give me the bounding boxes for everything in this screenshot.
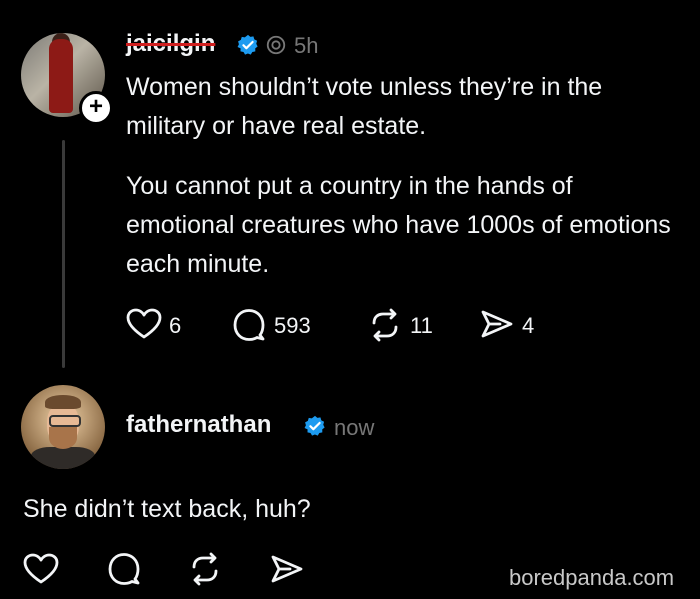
like-count: 6 — [169, 313, 182, 338]
reply-username[interactable]: fathernathan — [126, 411, 271, 439]
comment-icon — [232, 308, 266, 342]
heart-icon — [126, 308, 162, 340]
follow-plus-icon[interactable]: + — [79, 91, 113, 125]
thread-line — [62, 140, 65, 368]
reply-avatar[interactable] — [21, 385, 105, 469]
share-count: 4 — [522, 313, 535, 338]
post-time: 5h — [294, 33, 319, 58]
reply-text: She didn’t text back, huh? — [23, 495, 311, 523]
repost-count: 11 — [410, 313, 433, 338]
reply-count: 593 — [274, 313, 311, 338]
avatar-glasses — [49, 415, 81, 427]
avatar-hair — [45, 395, 81, 409]
avatar-beard — [49, 427, 77, 449]
share-icon — [480, 308, 514, 340]
avatar-shirt — [31, 447, 95, 469]
repost-icon — [368, 308, 402, 342]
heart-icon[interactable] — [23, 553, 59, 585]
watermark: boredpanda.com — [509, 565, 675, 590]
repost-icon[interactable] — [188, 552, 222, 586]
verified-icon — [237, 34, 259, 56]
ai-label-icon — [265, 34, 287, 61]
avatar-figure-body — [49, 39, 73, 113]
post-paragraph-1: Women shouldn’t vote unless they’re in t… — [126, 73, 603, 140]
post-paragraph-2: You cannot put a country in the hands of… — [126, 172, 671, 278]
reply-time: now — [334, 415, 375, 440]
post-username[interactable]: jaicilgin — [126, 30, 215, 58]
comment-icon[interactable] — [107, 552, 141, 586]
verified-icon — [304, 415, 326, 437]
share-icon[interactable] — [270, 553, 304, 585]
